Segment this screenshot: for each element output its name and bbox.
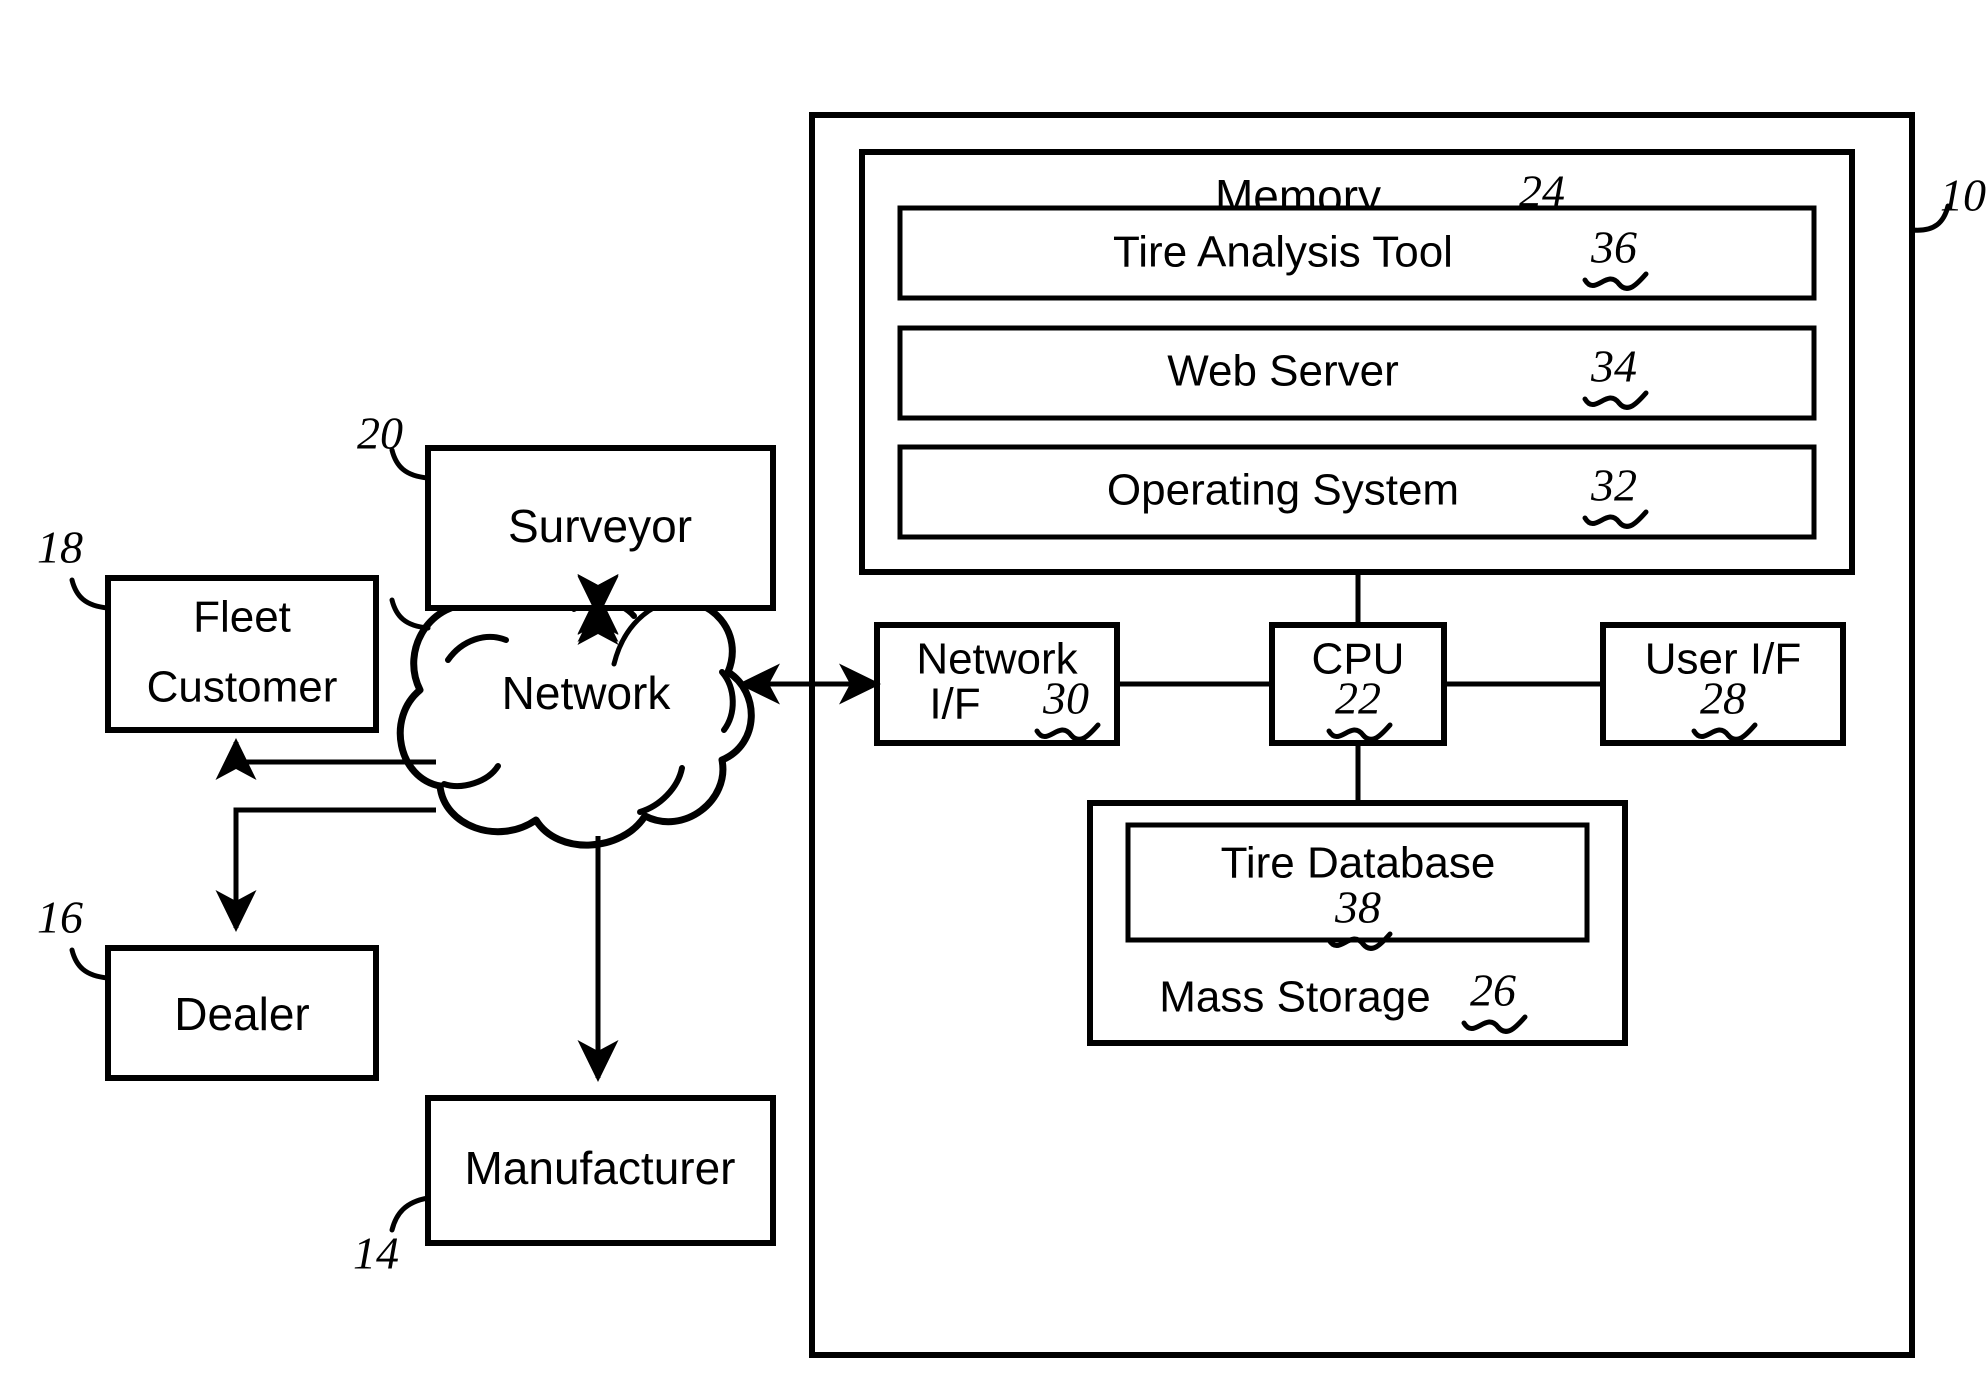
block-diagram-svg: 10 Memory 24 Tire Analysis Tool 36 Web S…: [37, 112, 1986, 1358]
lead-line-manufacturer: [389, 1195, 431, 1233]
web-server-label: Web Server: [1167, 347, 1399, 396]
tire-database-ref-number: 38: [1334, 882, 1381, 933]
manufacturer-label: Manufacturer: [464, 1142, 735, 1194]
mass-storage-label: Mass Storage: [1159, 973, 1430, 1022]
surveyor-label: Surveyor: [508, 500, 692, 552]
patent-figure-canvas: 10 Memory 24 Tire Analysis Tool 36 Web S…: [0, 0, 1988, 1399]
network-to-dealer-arrow: [215, 807, 436, 933]
web-server-ref-number: 34: [1590, 341, 1637, 392]
network-interface-ref-number: 30: [1042, 673, 1089, 724]
ref-number-system: 10: [1940, 170, 1986, 221]
user-interface-ref-number: 28: [1700, 673, 1746, 724]
operating-system-ref-number: 32: [1590, 460, 1637, 511]
cpu-ref-number: 22: [1335, 673, 1381, 724]
operating-system-label: Operating System: [1107, 466, 1459, 515]
mass-storage-ref-number: 26: [1470, 965, 1516, 1016]
lead-line-surveyor: [389, 597, 431, 631]
tire-database-label: Tire Database: [1221, 839, 1496, 888]
fleet-customer-label-line1: Fleet: [193, 593, 291, 642]
network-label: Network: [502, 667, 672, 719]
lead-line-dealer: [69, 947, 111, 981]
tire-analysis-tool-ref-number: 36: [1590, 222, 1637, 273]
ref-number-surveyor: 20: [357, 408, 403, 459]
tire-analysis-tool-label: Tire Analysis Tool: [1113, 228, 1453, 277]
fleet-customer-label-line2: Customer: [147, 663, 338, 712]
ref-number-manufacturer: 14: [353, 1228, 399, 1279]
dealer-label: Dealer: [174, 988, 310, 1040]
lead-line-fleet-customer: [69, 577, 111, 611]
ref-number-dealer: 16: [37, 892, 83, 943]
ref-number-fleet-customer: 18: [37, 522, 83, 573]
network-interface-label-line2: I/F: [929, 680, 980, 729]
